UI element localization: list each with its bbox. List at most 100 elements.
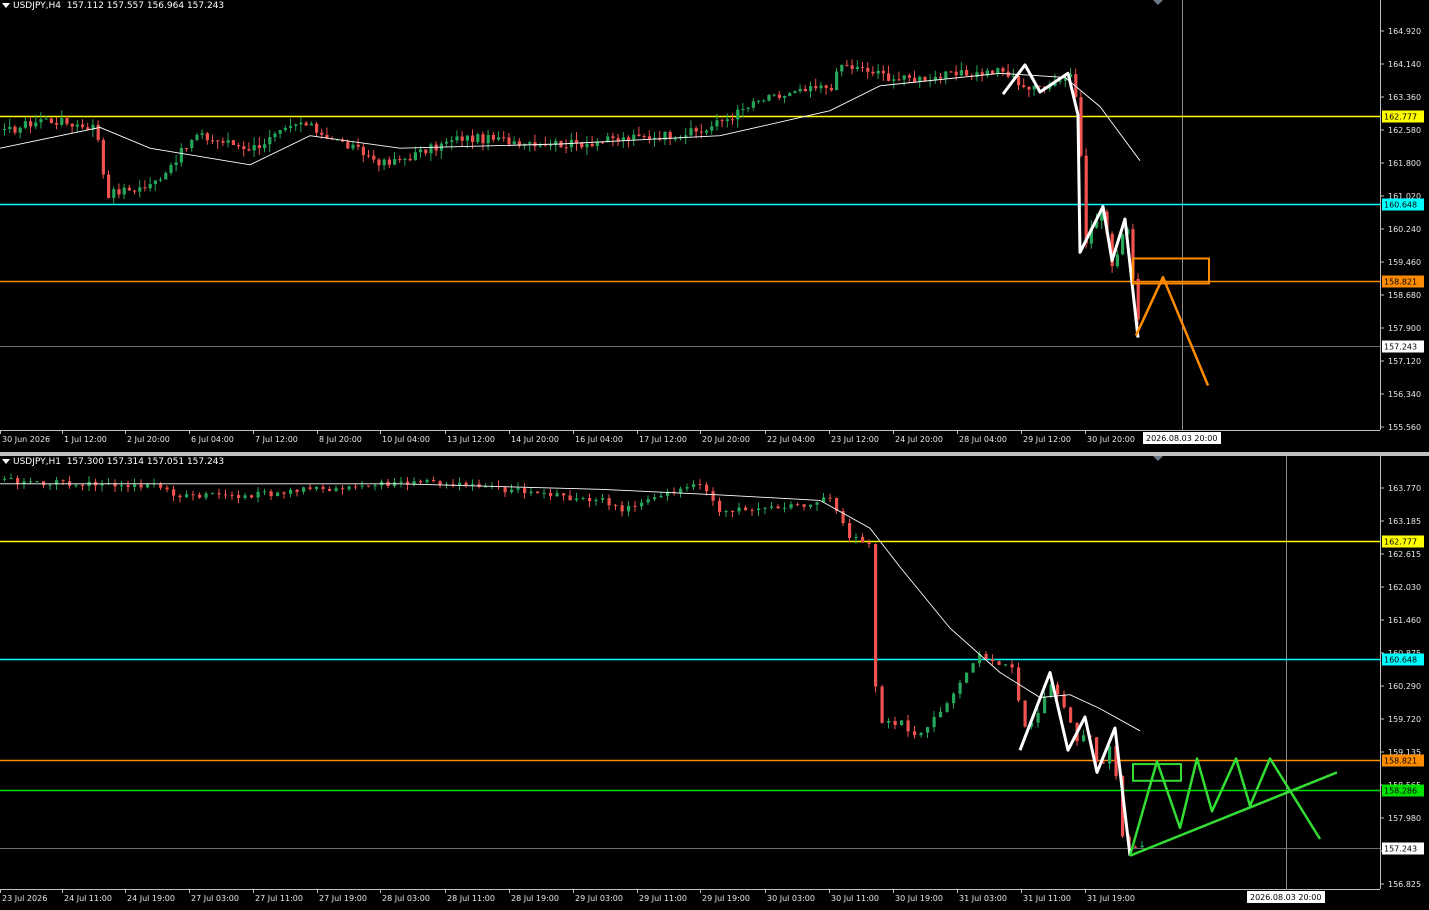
dropdown-triangle-icon[interactable] (2, 3, 10, 8)
projection-zone-box[interactable] (1132, 763, 1182, 782)
candle-body (620, 505, 624, 512)
x-tick-label: 30 Jul 19:00 (895, 894, 943, 903)
h4-chart-panel[interactable]: 164.920 164.140 163.360 162.580 161.800 161.0… (0, 0, 1429, 452)
scroll-marker-icon[interactable] (1153, 456, 1163, 461)
candle-body (776, 506, 780, 509)
dropdown-triangle-icon[interactable] (2, 459, 10, 464)
h4-chart-canvas[interactable]: 164.920164.140163.360162.580161.800161.0… (0, 0, 1429, 452)
candle-body (699, 131, 703, 133)
x-tick-label: 28 Jul 11:00 (447, 894, 495, 903)
candle-body (789, 504, 793, 508)
x-tick-label: 23 Jul 2026 (2, 894, 47, 903)
h4-symbol-timeframe: USDJPY,H4 (13, 1, 61, 11)
candle-body (44, 118, 48, 120)
candle-body (455, 136, 459, 141)
candle-body (81, 484, 85, 487)
candle-body (1004, 664, 1008, 666)
x-tick-label: 27 Jul 11:00 (255, 894, 303, 903)
candle-body (763, 507, 767, 509)
y-tick-label: 159.720 (1388, 715, 1421, 724)
projection-path-line[interactable] (1128, 757, 1322, 857)
candle-body (299, 122, 303, 125)
zigzag-pattern-line[interactable] (1001, 63, 1140, 338)
candle-body (523, 488, 527, 494)
candle-body (8, 126, 12, 129)
candle-body (252, 145, 256, 151)
candle-body (637, 134, 641, 137)
candle-body (243, 495, 247, 498)
candle-body (133, 484, 137, 488)
h1-chart-header[interactable]: USDJPY,H1 157.300 157.314 157.051 157.24… (2, 457, 224, 467)
candle-body (673, 138, 677, 140)
candle-body (178, 495, 182, 498)
candle-body (48, 484, 52, 486)
zigzag-pattern-line[interactable] (1018, 671, 1132, 856)
candle-body (237, 144, 241, 147)
candle-body (796, 504, 800, 506)
candle-body (464, 482, 468, 486)
candle-body (802, 504, 806, 507)
candle-body (555, 493, 559, 497)
candle-body (159, 179, 163, 181)
candle-body (913, 731, 917, 736)
candle-body (627, 505, 631, 512)
candle-body (185, 148, 189, 150)
candle-body (403, 158, 407, 160)
candle-body (971, 663, 975, 673)
x-tick-label: 30 Jul 20:00 (1087, 435, 1135, 444)
candle-body (507, 137, 511, 145)
candle-body (744, 507, 748, 511)
candle-body (372, 155, 376, 160)
candle-body (720, 120, 724, 122)
candle-body (694, 128, 698, 132)
x-tick-label: 31 Jul 19:00 (1087, 894, 1135, 903)
candle-body (1001, 68, 1005, 72)
current-price-label: 157.243 (1384, 845, 1417, 854)
candle-body (165, 487, 169, 490)
candle-body (419, 149, 423, 153)
candle-body (190, 139, 194, 149)
candle-body (491, 134, 495, 140)
price-level-label: 162.777 (1384, 113, 1417, 122)
projection-path-line[interactable] (1134, 275, 1210, 386)
candle-body (944, 71, 948, 79)
h1-chart-canvas[interactable]: 163.770163.185162.615162.030161.460160.8… (0, 456, 1429, 910)
candle-body (226, 140, 230, 143)
candle-body (39, 119, 43, 123)
candle-body (334, 488, 338, 491)
projection-zone-box[interactable] (1132, 257, 1210, 285)
h4-chart-header[interactable]: USDJPY,H4 157.112 157.557 156.964 157.24… (2, 1, 224, 11)
candle-body (3, 478, 7, 480)
candle-body (65, 118, 69, 124)
candle-body (746, 107, 750, 109)
candle-body (273, 133, 277, 138)
x-tick-label: 6 Jul 04:00 (191, 435, 234, 444)
scroll-marker-icon[interactable] (1153, 0, 1163, 5)
candle-body (828, 497, 832, 499)
candle-body (724, 510, 728, 513)
y-tick-label: 159.460 (1388, 258, 1421, 267)
h1-chart-panel[interactable]: 163.770163.185162.615162.030161.460160.8… (0, 456, 1429, 910)
candle-body (81, 124, 85, 128)
price-level-label: 158.821 (1384, 757, 1417, 766)
candle-body (450, 140, 454, 142)
candle-body (731, 510, 735, 512)
candle-body (360, 485, 364, 487)
candle-body (876, 70, 880, 74)
candle-body (283, 127, 287, 131)
candle-body (1027, 86, 1031, 90)
x-tick-label: 22 Jul 04:00 (767, 435, 815, 444)
x-tick-label: 29 Jul 11:00 (639, 894, 687, 903)
crosshair-time-label: 2026.08.03 20:00 (1146, 434, 1217, 443)
candle-body (341, 488, 345, 490)
candle-body (503, 487, 507, 493)
candle-body (750, 510, 754, 512)
candle-body (659, 495, 663, 498)
x-tick-label: 30 Jul 11:00 (831, 894, 879, 903)
h1-ohlc-values: 157.300 157.314 157.051 157.243 (66, 457, 225, 467)
y-tick-label: 160.290 (1388, 682, 1421, 691)
x-tick-label: 31 Jul 11:00 (1023, 894, 1071, 903)
candle-body (564, 147, 568, 149)
y-tick-label: 158.680 (1388, 291, 1421, 300)
candle-body (146, 484, 150, 488)
